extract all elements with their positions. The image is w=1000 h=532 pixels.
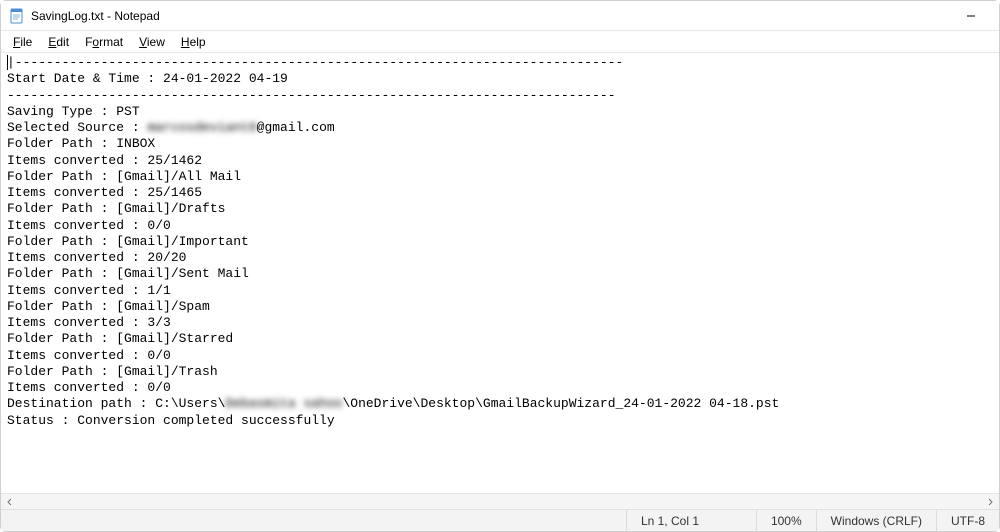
- statusbar: Ln 1, Col 1 100% Windows (CRLF) UTF-8: [1, 509, 999, 531]
- log-items-converted: Items converted : 20/20: [7, 250, 186, 265]
- scroll-track[interactable]: [17, 495, 983, 509]
- log-selected-source-suffix: @gmail.com: [257, 120, 335, 135]
- log-items-converted: Items converted : 3/3: [7, 315, 171, 330]
- status-line-ending: Windows (CRLF): [817, 510, 937, 531]
- log-folder-path: Folder Path : [Gmail]/Starred: [7, 331, 233, 346]
- log-selected-source-blurred: marcosdeviant8: [147, 120, 256, 135]
- log-folder-path: Folder Path : [Gmail]/Trash: [7, 364, 218, 379]
- log-selected-source-prefix: Selected Source :: [7, 120, 147, 135]
- log-folder-path: Folder Path : [Gmail]/Important: [7, 234, 249, 249]
- minimize-button[interactable]: [951, 2, 991, 30]
- horizontal-scrollbar[interactable]: [1, 493, 999, 509]
- log-separator: |---------------------------------------…: [7, 55, 623, 70]
- log-destination-prefix: Destination path : C:\Users\: [7, 396, 225, 411]
- text-area[interactable]: |---------------------------------------…: [1, 53, 999, 493]
- scroll-left-icon[interactable]: [3, 495, 17, 509]
- menubar: File Edit Format View Help: [1, 31, 999, 53]
- status-zoom: 100%: [757, 510, 817, 531]
- log-destination-suffix: \OneDrive\Desktop\GmailBackupWizard_24-0…: [342, 396, 779, 411]
- log-items-converted: Items converted : 25/1462: [7, 153, 202, 168]
- log-folder-path: Folder Path : [Gmail]/Spam: [7, 299, 210, 314]
- titlebar: SavingLog.txt - Notepad: [1, 1, 999, 31]
- menu-format[interactable]: Format: [77, 33, 131, 51]
- log-destination-blurred: Debasmita sahoo: [225, 396, 342, 411]
- log-items-converted: Items converted : 1/1: [7, 283, 171, 298]
- log-items-converted: Items converted : 0/0: [7, 380, 171, 395]
- log-items-converted: Items converted : 0/0: [7, 218, 171, 233]
- menu-view[interactable]: View: [131, 33, 173, 51]
- log-folder-path: Folder Path : INBOX: [7, 136, 155, 151]
- log-items-converted: Items converted : 25/1465: [7, 185, 202, 200]
- status-spacer: [1, 510, 627, 531]
- log-folder-path: Folder Path : [Gmail]/All Mail: [7, 169, 241, 184]
- menu-edit[interactable]: Edit: [40, 33, 77, 51]
- text-cursor: [7, 55, 8, 70]
- log-status: Status : Conversion completed successful…: [7, 413, 335, 428]
- status-position: Ln 1, Col 1: [627, 510, 757, 531]
- window-controls: [951, 2, 991, 30]
- log-start-datetime: Start Date & Time : 24-01-2022 04-19: [7, 71, 288, 86]
- menu-file[interactable]: File: [5, 33, 40, 51]
- log-folder-path: Folder Path : [Gmail]/Drafts: [7, 201, 225, 216]
- menu-help[interactable]: Help: [173, 33, 214, 51]
- log-saving-type: Saving Type : PST: [7, 104, 140, 119]
- status-encoding: UTF-8: [937, 510, 999, 531]
- log-separator: ----------------------------------------…: [7, 88, 616, 103]
- window-title: SavingLog.txt - Notepad: [31, 9, 951, 23]
- log-items-converted: Items converted : 0/0: [7, 348, 171, 363]
- notepad-icon: [9, 8, 25, 24]
- log-folder-path: Folder Path : [Gmail]/Sent Mail: [7, 266, 249, 281]
- scroll-right-icon[interactable]: [983, 495, 997, 509]
